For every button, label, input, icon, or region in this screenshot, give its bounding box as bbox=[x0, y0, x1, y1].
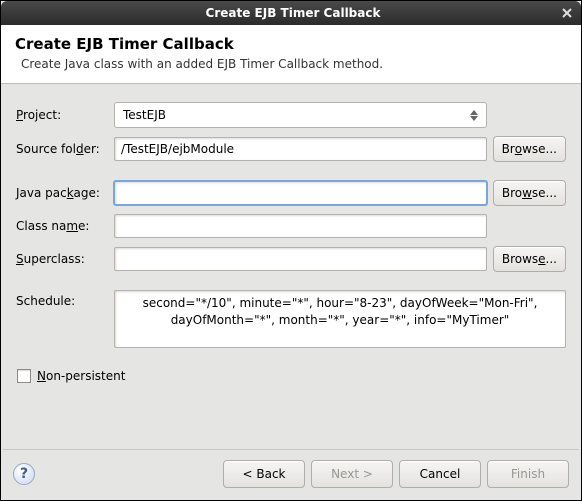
source-folder-label: Source folder: bbox=[16, 142, 100, 156]
source-folder-input[interactable] bbox=[114, 137, 487, 161]
chevron-updown-icon bbox=[466, 110, 482, 121]
java-package-label: Java package: bbox=[16, 186, 100, 200]
java-package-input[interactable] bbox=[114, 181, 487, 205]
browse-superclass-button[interactable]: Browse... bbox=[493, 246, 566, 272]
window-title: Create EJB Timer Callback bbox=[27, 6, 559, 20]
wizard-window: Create EJB Timer Callback Create EJB Tim… bbox=[0, 0, 582, 501]
finish-button: Finish bbox=[487, 460, 569, 488]
browse-package-button[interactable]: Browse... bbox=[493, 180, 566, 206]
wizard-content: Project: TestEJB Source folder: Browse..… bbox=[1, 84, 581, 449]
close-icon[interactable] bbox=[559, 5, 575, 21]
project-combo[interactable]: TestEJB bbox=[114, 102, 487, 128]
titlebar: Create EJB Timer Callback bbox=[1, 1, 581, 25]
next-button: Next > bbox=[311, 460, 393, 488]
page-title: Create EJB Timer Callback bbox=[15, 35, 567, 53]
non-persistent-label: Non-persistent bbox=[37, 369, 125, 383]
superclass-label: Superclass: bbox=[16, 252, 85, 266]
superclass-input[interactable] bbox=[114, 247, 487, 271]
help-button[interactable]: ? bbox=[13, 463, 35, 485]
non-persistent-checkbox[interactable] bbox=[17, 369, 31, 383]
wizard-footer: ? < Back Next > Cancel Finish bbox=[1, 450, 581, 500]
schedule-label: Schedule: bbox=[16, 294, 75, 308]
project-value: TestEJB bbox=[123, 108, 466, 122]
page-description: Create Java class with an added EJB Time… bbox=[21, 57, 567, 71]
project-label: Project: bbox=[16, 108, 61, 122]
cancel-button[interactable]: Cancel bbox=[399, 460, 481, 488]
class-name-label: Class name: bbox=[16, 219, 89, 233]
browse-source-button[interactable]: Browse... bbox=[493, 136, 566, 162]
class-name-input[interactable] bbox=[114, 214, 487, 238]
schedule-textarea[interactable]: second="*/10", minute="*", hour="8-23", … bbox=[114, 290, 566, 348]
back-button[interactable]: < Back bbox=[223, 460, 305, 488]
non-persistent-row[interactable]: Non-persistent bbox=[17, 369, 569, 383]
wizard-header: Create EJB Timer Callback Create Java cl… bbox=[1, 25, 581, 84]
